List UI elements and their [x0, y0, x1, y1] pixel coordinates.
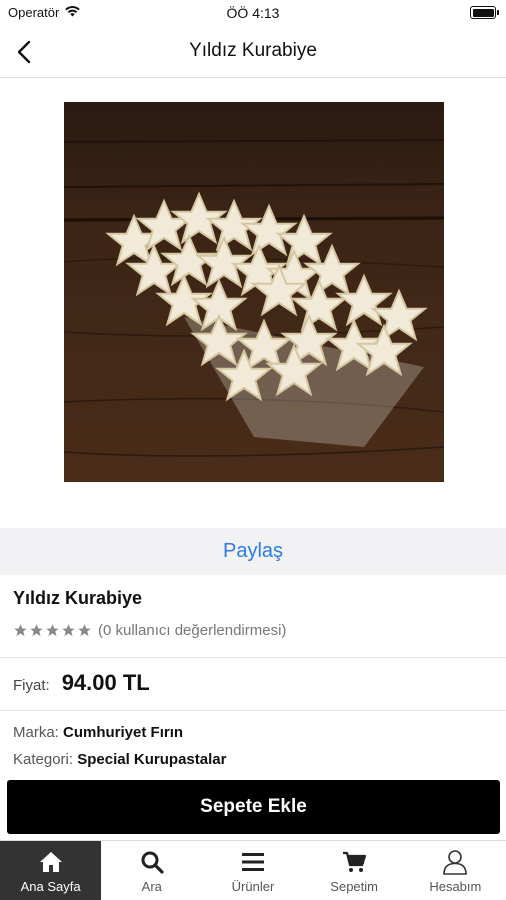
- rating-count-text: (0 kullanıcı değerlendirmesi): [98, 622, 287, 639]
- price-value: 94.00 TL: [61, 670, 150, 695]
- user-icon: [442, 849, 468, 875]
- star-empty-icon: [62, 624, 75, 637]
- rating-row[interactable]: (0 kullanıcı değerlendirmesi): [13, 622, 286, 639]
- tab-label: Sepetim: [330, 879, 378, 894]
- tab-home[interactable]: Ana Sayfa: [0, 841, 102, 900]
- tab-label: Ara: [141, 879, 162, 894]
- battery-icon: [470, 6, 499, 19]
- divider: [0, 710, 506, 711]
- price-label: Fiyat:: [13, 677, 50, 694]
- tab-bar: Ana Sayfa Ara Ürünler Sepetim Hesabım: [0, 840, 506, 900]
- tab-products[interactable]: Ürünler: [202, 841, 303, 900]
- star-empty-icon: [30, 624, 43, 637]
- tab-label: Ürünler: [231, 879, 275, 894]
- brand-value[interactable]: Cumhuriyet Fırın: [63, 724, 183, 741]
- brand-label: Marka:: [13, 724, 59, 741]
- back-button[interactable]: [6, 34, 42, 70]
- star-empty-icon: [78, 624, 91, 637]
- status-time: ÖÖ 4:13: [226, 5, 280, 21]
- category-row: Kategori: Special Kurupastalar: [13, 751, 226, 768]
- search-icon: [140, 849, 164, 875]
- menu-icon: [241, 849, 265, 875]
- chevron-left-icon: [17, 40, 31, 64]
- product-name: Yıldız Kurabiye: [13, 588, 143, 608]
- navigation-bar: Yıldız Kurabiye: [0, 26, 506, 78]
- product-image[interactable]: [64, 102, 444, 482]
- price-row: Fiyat: 94.00 TL: [13, 670, 150, 696]
- divider: [0, 657, 506, 658]
- product-detail-screen: Operatör ÖÖ 4:13 Yıldız Kurabiye Paylaş …: [0, 0, 506, 900]
- add-to-cart-button[interactable]: Sepete Ekle: [7, 780, 500, 834]
- tab-account[interactable]: Hesabım: [405, 841, 506, 900]
- category-label: Kategori:: [13, 751, 74, 768]
- tab-cart[interactable]: Sepetim: [304, 841, 405, 900]
- cart-icon: [342, 849, 367, 875]
- star-empty-icon: [14, 624, 27, 637]
- share-button[interactable]: Paylaş: [223, 540, 283, 563]
- home-icon: [39, 849, 63, 875]
- category-value[interactable]: Special Kurupastalar: [77, 751, 226, 768]
- rating-stars: [13, 623, 92, 638]
- star-empty-icon: [46, 624, 59, 637]
- status-bar: Operatör ÖÖ 4:13: [0, 0, 506, 26]
- share-row: Paylaş: [0, 528, 506, 575]
- tab-search[interactable]: Ara: [101, 841, 202, 900]
- star-cookies-photo: [64, 102, 444, 482]
- tab-label: Hesabım: [429, 879, 482, 894]
- page-title: Yıldız Kurabiye: [189, 40, 317, 61]
- brand-row: Marka: Cumhuriyet Fırın: [13, 724, 183, 741]
- tab-label: Ana Sayfa: [20, 879, 81, 894]
